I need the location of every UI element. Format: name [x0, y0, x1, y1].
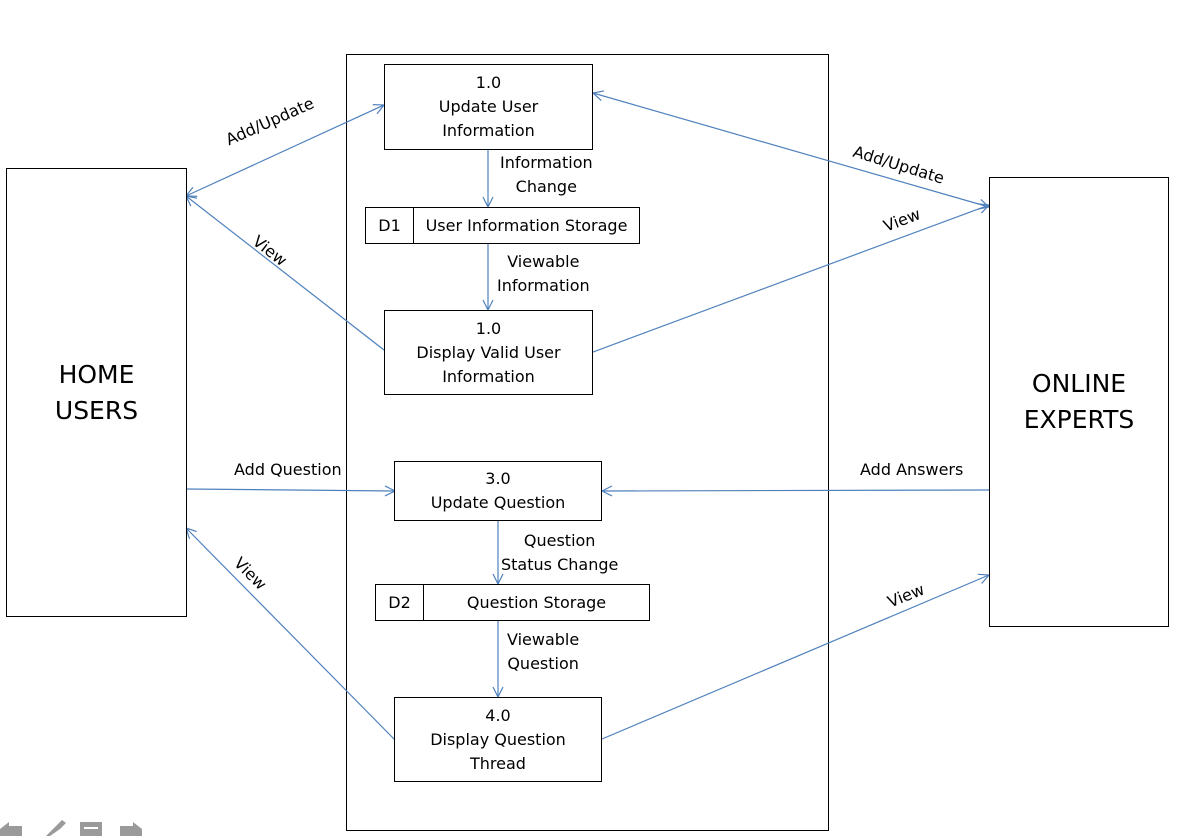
flow-home-view-1	[186, 196, 385, 351]
pen-icon[interactable]	[44, 820, 66, 836]
entity-online-experts-line-2: EXPERTS	[1023, 405, 1135, 434]
flow-label-line-2: Status Change	[501, 555, 619, 574]
flow-label-line-1: Viewable	[507, 630, 580, 649]
process-name-line-1: Update User	[438, 97, 539, 116]
store-name: Question Storage	[466, 593, 607, 612]
entity-home-users-line-2: USERS	[54, 395, 139, 425]
entity-home-users: HOME USERS	[6, 168, 187, 617]
process-id: 1.0	[475, 318, 502, 338]
flow-label-add-answers: Add Answers	[860, 460, 964, 479]
flow-label-viewable-information: Viewable Information	[497, 250, 590, 298]
process-name-line-2: Information	[442, 366, 535, 386]
arrow-left-icon[interactable]	[0, 820, 22, 836]
flow-label-line-1: Question	[523, 531, 596, 550]
flow-label-line-1: Information	[500, 153, 593, 172]
menu-icon[interactable]	[80, 820, 102, 836]
process-display-question-thread: 4.0 Display Question Thread	[394, 697, 602, 782]
entity-online-experts: ONLINE EXPERTS	[989, 177, 1169, 627]
store-id: D1	[366, 208, 414, 243]
process-id: 3.0	[485, 469, 511, 488]
store-user-information-storage: D1 User Information Storage	[365, 207, 640, 244]
process-name-line-2: Information	[442, 121, 535, 140]
flow-label-line-2: Question	[507, 654, 579, 673]
flow-label-line-2: Information	[497, 276, 590, 295]
flow-home-view-2	[186, 528, 396, 741]
process-update-question: 3.0 Update Question	[394, 461, 602, 521]
process-name-line-1: Display Valid User	[416, 342, 561, 362]
flow-experts-view-2	[601, 575, 989, 740]
process-update-user-information: 1.0 Update User Information	[384, 64, 593, 150]
flow-experts-view-1	[592, 205, 989, 353]
process-id: 1.0	[475, 73, 502, 92]
entity-home-users-line-1: HOME	[58, 359, 135, 389]
store-id: D2	[376, 585, 424, 620]
store-name: User Information Storage	[425, 216, 628, 235]
process-display-valid-user-information: 1.0 Display Valid User Information	[384, 310, 593, 395]
process-name-line-2: Thread	[470, 753, 526, 773]
flow-add-answers	[602, 490, 990, 491]
entity-online-experts-line-1: ONLINE	[1031, 369, 1127, 398]
process-name-line-1: Display Question	[430, 729, 566, 749]
process-id: 4.0	[485, 705, 511, 725]
process-name-line-1: Update Question	[430, 493, 566, 512]
store-question-storage: D2 Question Storage	[375, 584, 650, 621]
arrow-right-icon[interactable]	[120, 820, 142, 836]
flow-add-question	[185, 489, 395, 491]
flow-label-line-1: Viewable	[507, 252, 580, 271]
flow-label-question-status-change: Question Status Change	[501, 529, 618, 577]
flow-label-line-2: Change	[515, 177, 577, 196]
flow-label-information-change: Information Change	[500, 151, 593, 199]
flow-experts-add-update	[593, 93, 989, 207]
flow-label-add-question: Add Question	[234, 460, 342, 479]
flow-label-viewable-question: Viewable Question	[507, 628, 579, 676]
